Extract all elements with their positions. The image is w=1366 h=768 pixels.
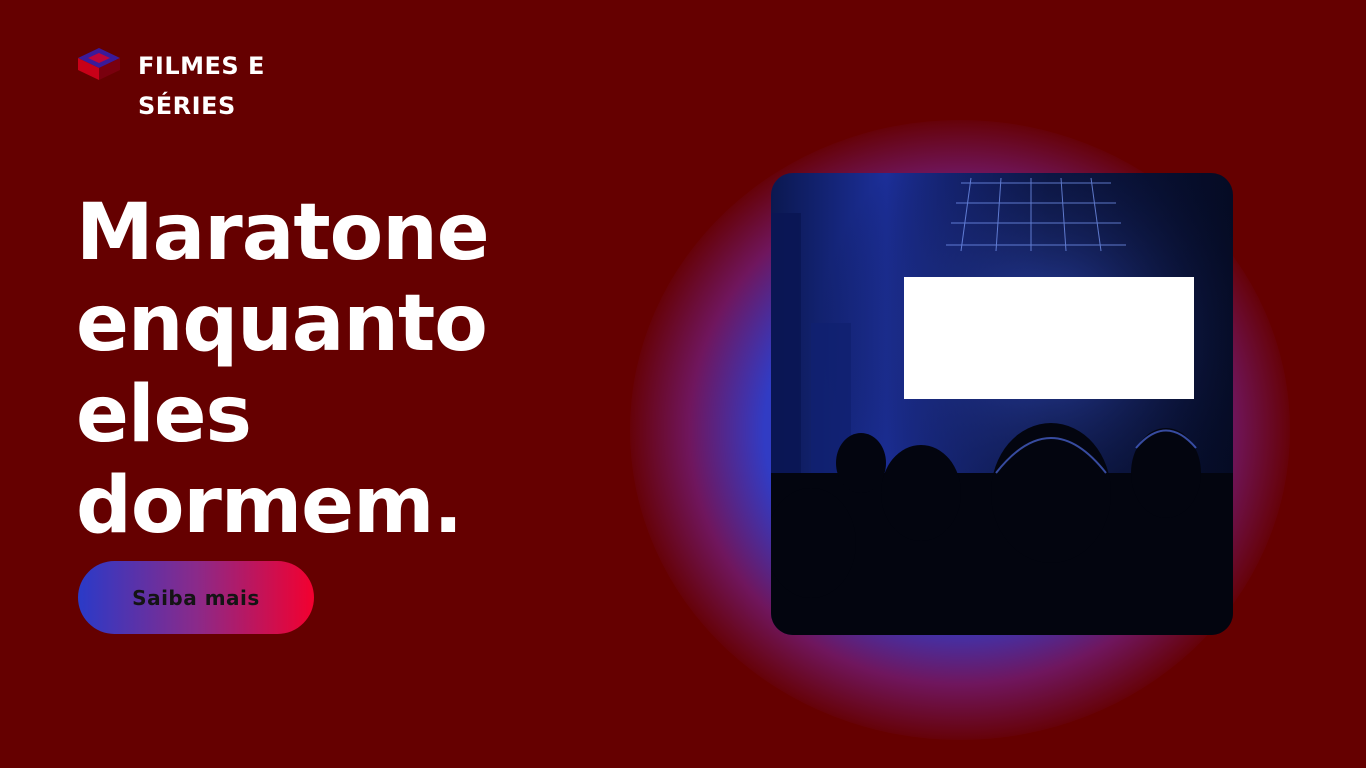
headline-line: Maratone [76, 188, 490, 278]
brand-name-line1: FILMES E [138, 52, 265, 80]
brand[interactable]: FILMES E SÉRIES [76, 46, 288, 126]
cinema-hero-image [771, 173, 1233, 635]
saiba-mais-button[interactable]: Saiba mais [78, 561, 314, 634]
brand-logo-icon [78, 48, 120, 80]
brand-name-line2: SÉRIES [138, 92, 236, 120]
headline-line: enquanto [76, 279, 488, 369]
headline-line: eles [76, 370, 252, 460]
headline-line: dormem. [76, 461, 463, 551]
brand-name: FILMES E SÉRIES [138, 46, 288, 126]
hero-headline: Maratone enquanto eles dormem. [76, 188, 636, 552]
landing-page: FILMES E SÉRIES Maratone enquanto eles d… [0, 0, 1366, 768]
